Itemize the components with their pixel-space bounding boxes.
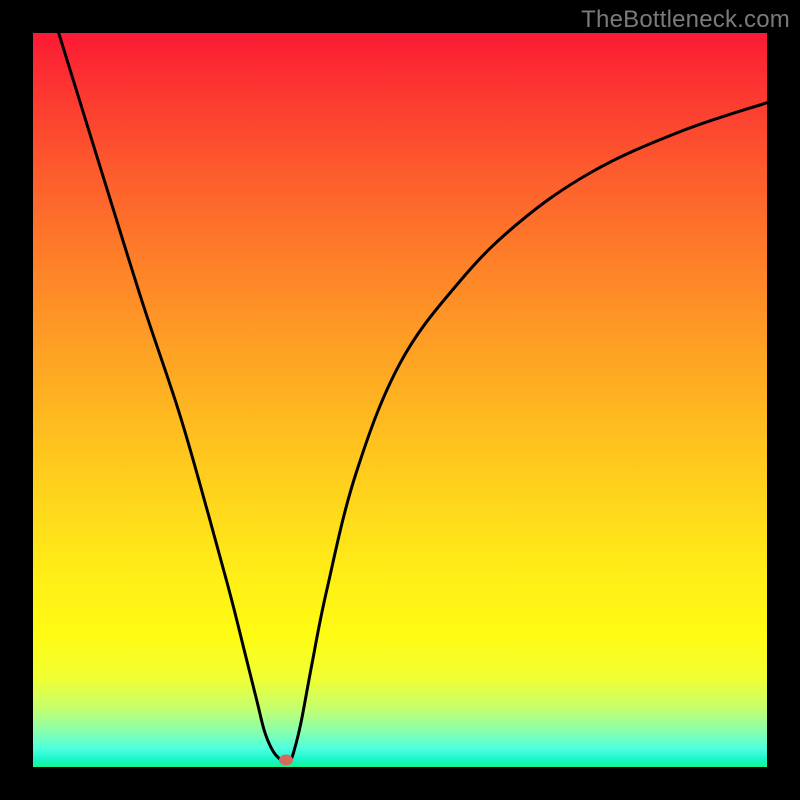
chart-frame: TheBottleneck.com xyxy=(0,0,800,800)
curve-svg xyxy=(33,33,767,767)
plot-area xyxy=(33,33,767,767)
bottleneck-curve xyxy=(59,33,767,762)
watermark-text: TheBottleneck.com xyxy=(581,6,790,34)
minimum-marker xyxy=(279,754,293,765)
